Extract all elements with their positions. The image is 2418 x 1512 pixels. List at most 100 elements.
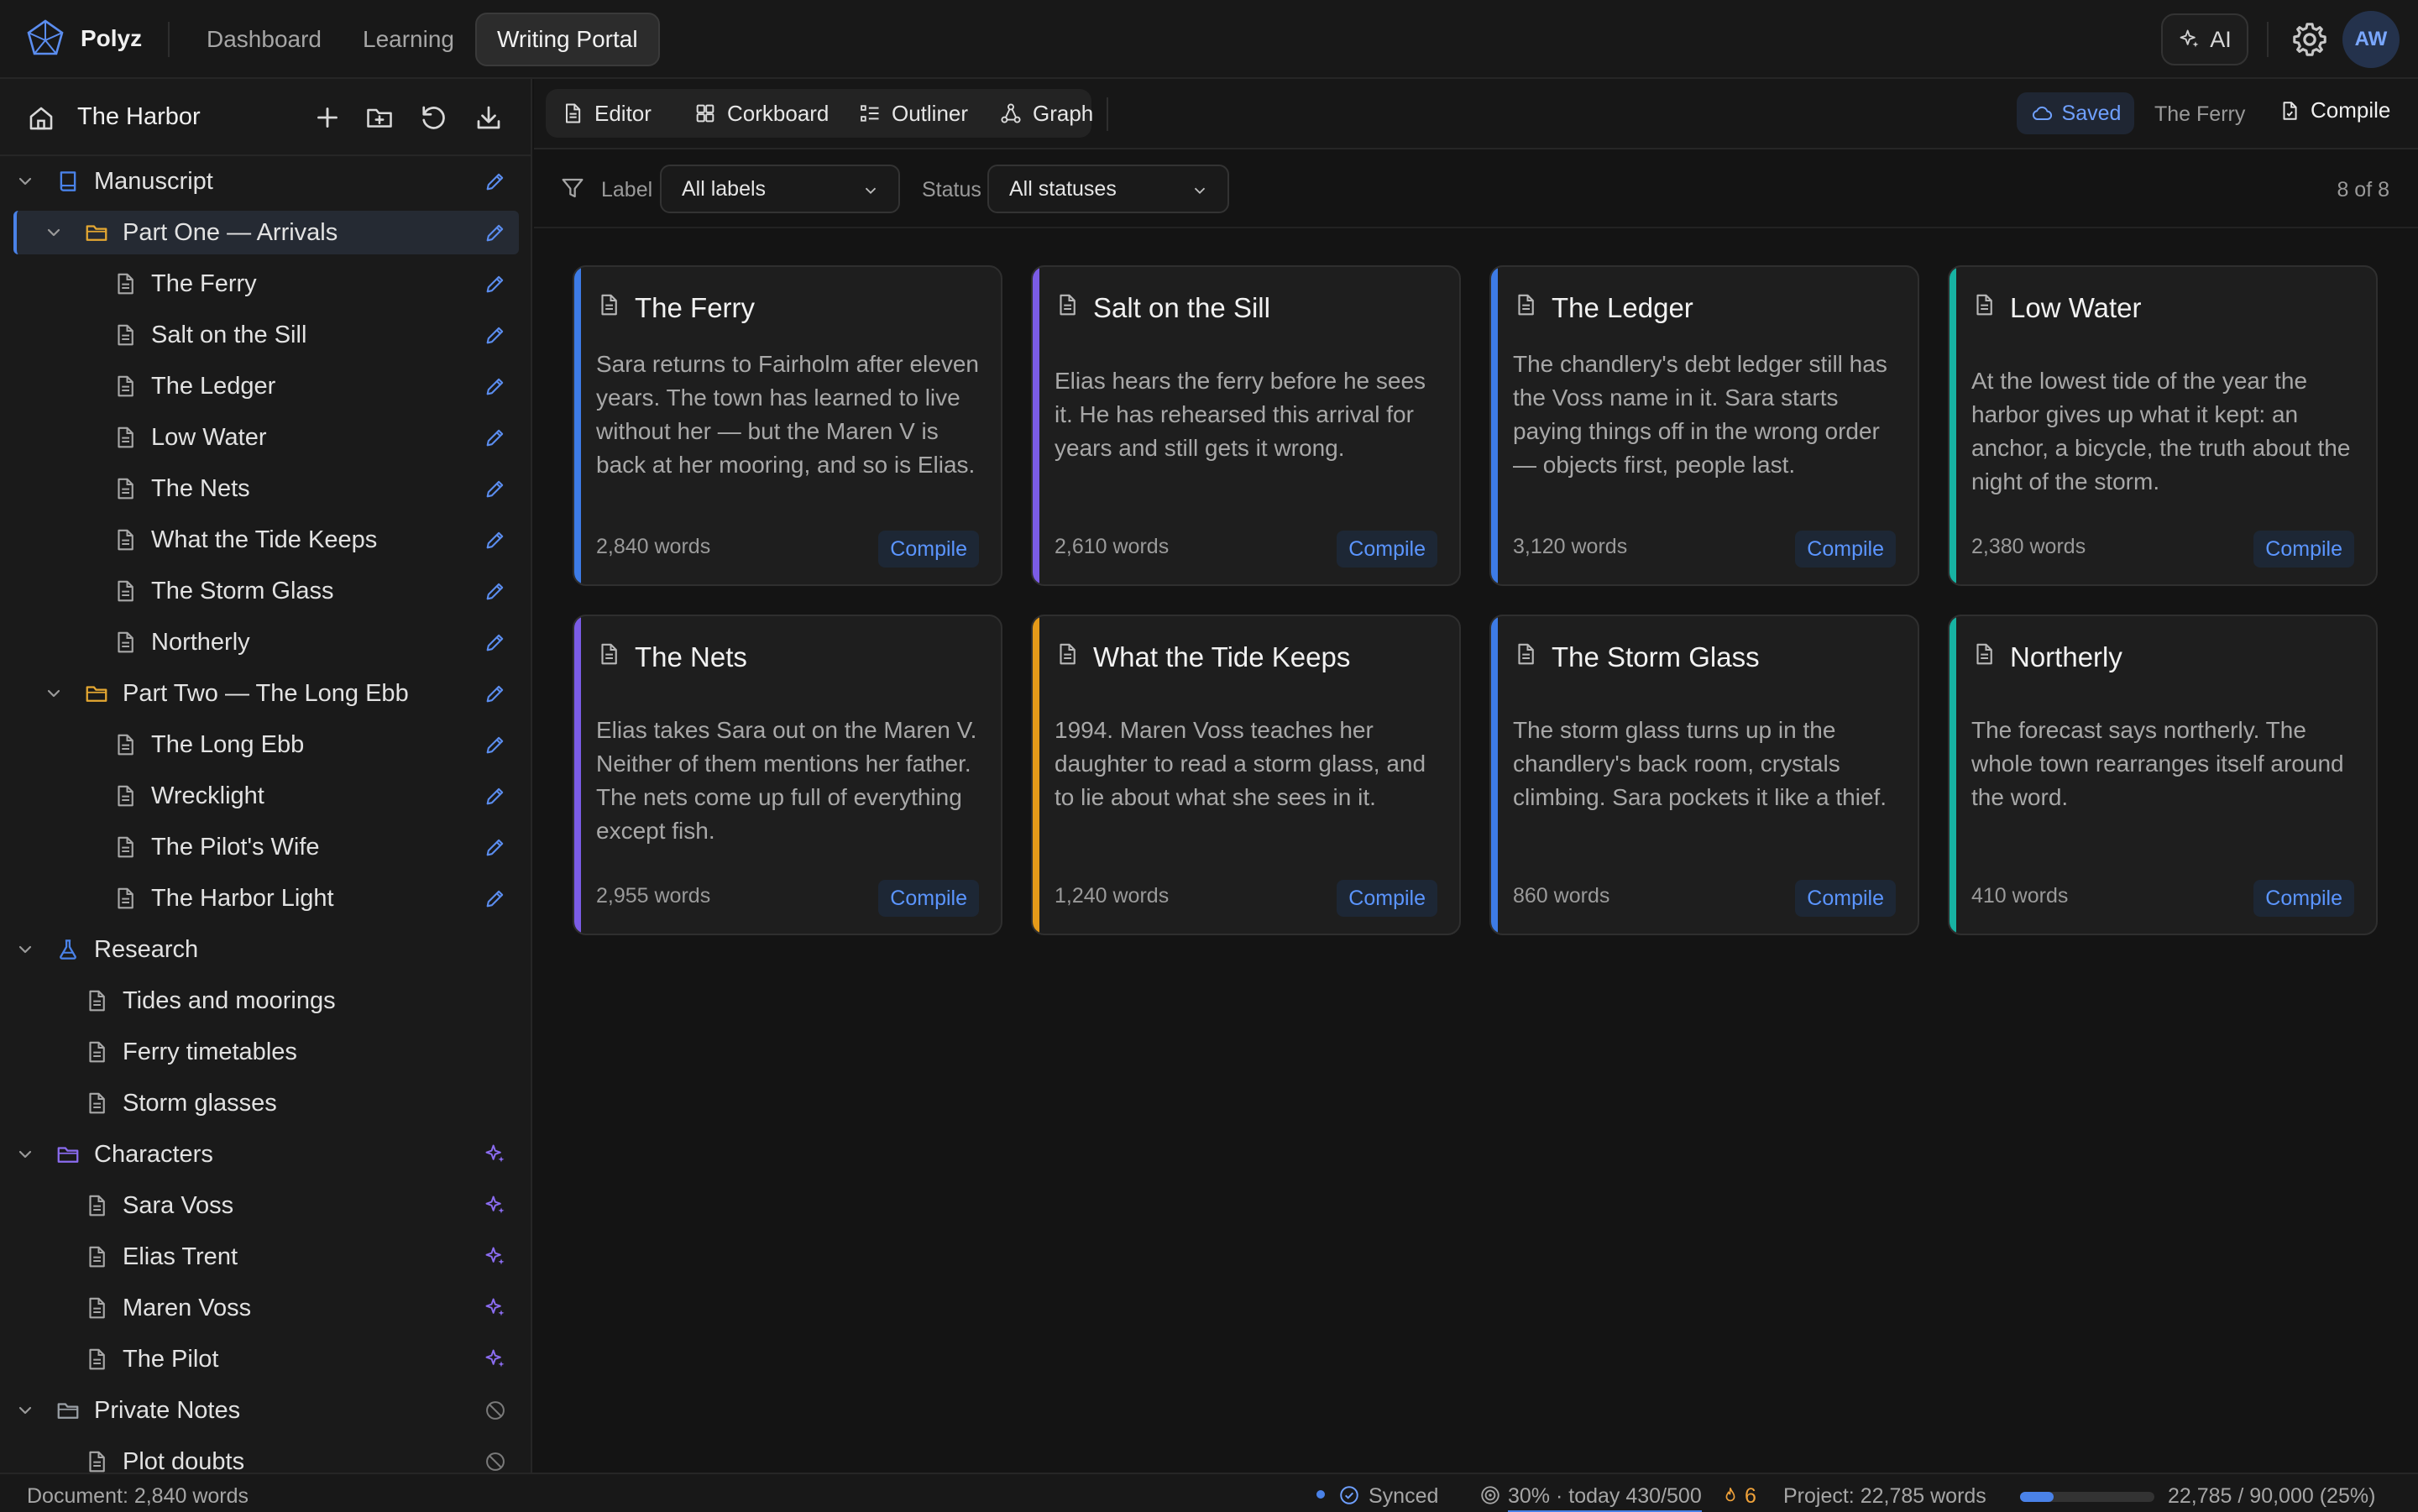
tree-item-the-ledger[interactable]: The Ledger: [0, 364, 531, 408]
card-compile-button[interactable]: Compile: [1795, 880, 1896, 917]
tree-item-what-the-tide-keeps[interactable]: What the Tide Keeps: [0, 518, 531, 562]
polyz-logo-icon[interactable]: [25, 18, 65, 59]
tree-item-elias-trent[interactable]: Elias Trent: [0, 1235, 531, 1279]
sparkle-icon[interactable]: [484, 1245, 507, 1269]
pencil-icon[interactable]: [484, 835, 507, 859]
nav-tab-writing-portal[interactable]: Writing Portal: [475, 13, 660, 66]
document-icon: [84, 1244, 109, 1269]
tree-item-characters[interactable]: Characters: [0, 1133, 531, 1176]
download-icon[interactable]: [474, 102, 504, 133]
chevron-down-icon[interactable]: [15, 1400, 35, 1420]
sparkle-icon[interactable]: [484, 1143, 507, 1166]
tree-item-label: The Pilot: [123, 1346, 219, 1373]
chevron-down-icon[interactable]: [15, 171, 35, 191]
status-filter-select[interactable]: All statuses: [987, 165, 1229, 213]
tree-item-maren-voss[interactable]: Maren Voss: [0, 1286, 531, 1330]
view-outliner-button[interactable]: Outliner: [858, 89, 968, 138]
tree-item-sara-voss[interactable]: Sara Voss: [0, 1184, 531, 1227]
gear-icon[interactable]: [2290, 20, 2329, 59]
tree-item-the-long-ebb[interactable]: The Long Ebb: [0, 723, 531, 766]
document-icon: [2283, 101, 2297, 120]
tree-item-the-pilot-s-wife[interactable]: The Pilot's Wife: [0, 825, 531, 869]
daily-goal[interactable]: 30% · today 430/500: [1508, 1484, 1702, 1512]
pencil-icon[interactable]: [484, 579, 507, 603]
tree-item-part-two-the-long-ebb[interactable]: Part Two — The Long Ebb: [0, 672, 531, 715]
new-folder-icon[interactable]: [364, 102, 395, 133]
tree-item-part-one-arrivals[interactable]: Part One — Arrivals: [13, 211, 519, 254]
scene-card-the-ledger[interactable]: The Ledger The chandlery's debt ledger s…: [1489, 265, 1919, 586]
chevron-down-icon[interactable]: [44, 222, 64, 243]
breadcrumb[interactable]: The Ferry: [2154, 102, 2245, 127]
view-graph-button[interactable]: Graph: [999, 89, 1093, 138]
nav-tab-learning[interactable]: Learning: [343, 13, 474, 66]
pencil-icon[interactable]: [484, 272, 507, 296]
tree-item-the-storm-glass[interactable]: The Storm Glass: [0, 569, 531, 613]
card-compile-button[interactable]: Compile: [878, 531, 979, 568]
compile-button[interactable]: Compile: [2279, 97, 2390, 123]
pencil-icon[interactable]: [484, 477, 507, 500]
pencil-icon[interactable]: [484, 887, 507, 910]
block-icon[interactable]: [484, 1399, 507, 1422]
tree-item-research[interactable]: Research: [0, 928, 531, 971]
pencil-icon[interactable]: [484, 733, 507, 756]
ai-button[interactable]: AI: [2161, 13, 2248, 65]
tree-item-the-ferry[interactable]: The Ferry: [0, 262, 531, 306]
tree-item-northerly[interactable]: Northerly: [0, 620, 531, 664]
card-compile-button[interactable]: Compile: [878, 880, 979, 917]
tree-item-salt-on-the-sill[interactable]: Salt on the Sill: [0, 313, 531, 357]
scene-card-low-water[interactable]: Low Water At the lowest tide of the year…: [1948, 265, 2378, 586]
tree-item-low-water[interactable]: Low Water: [0, 416, 531, 459]
scene-card-the-nets[interactable]: The Nets Elias takes Sara out on the Mar…: [573, 615, 1002, 935]
card-compile-button[interactable]: Compile: [2253, 531, 2354, 568]
pencil-icon[interactable]: [484, 374, 507, 398]
chevron-down-icon[interactable]: [15, 1144, 35, 1164]
document-icon: [84, 1091, 109, 1116]
scene-card-the-ferry[interactable]: The Ferry Sara returns to Fairholm after…: [573, 265, 1002, 586]
brand-name[interactable]: Polyz: [81, 25, 142, 52]
tree-item-the-pilot[interactable]: The Pilot: [0, 1337, 531, 1381]
pencil-icon[interactable]: [484, 170, 507, 193]
scene-card-what-the-tide-keeps[interactable]: What the Tide Keeps 1994. Maren Voss tea…: [1031, 615, 1461, 935]
tree-item-manuscript[interactable]: Manuscript: [0, 160, 531, 203]
pencil-icon[interactable]: [484, 682, 507, 705]
refresh-icon[interactable]: [418, 102, 448, 133]
label-filter-select[interactable]: All labels: [660, 165, 900, 213]
scene-card-the-storm-glass[interactable]: The Storm Glass The storm glass turns up…: [1489, 615, 1919, 935]
tree-item-the-nets[interactable]: The Nets: [0, 467, 531, 510]
pencil-icon[interactable]: [484, 528, 507, 552]
avatar[interactable]: AW: [2342, 11, 2400, 68]
view-corkboard-button[interactable]: Corkboard: [693, 89, 829, 138]
chevron-down-icon[interactable]: [44, 683, 64, 704]
tree-item-the-harbor-light[interactable]: The Harbor Light: [0, 876, 531, 920]
view-editor-button[interactable]: Editor: [561, 89, 652, 138]
pencil-icon[interactable]: [484, 426, 507, 449]
scene-card-northerly[interactable]: Northerly The forecast says northerly. T…: [1948, 615, 2378, 935]
pencil-icon[interactable]: [484, 630, 507, 654]
sync-dot: [1316, 1490, 1325, 1499]
tree-item-tides-and-moorings[interactable]: Tides and moorings: [0, 979, 531, 1023]
document-icon: [113, 630, 138, 655]
document-icon: [113, 527, 138, 552]
card-compile-button[interactable]: Compile: [1337, 880, 1437, 917]
tree-item-ferry-timetables[interactable]: Ferry timetables: [0, 1030, 531, 1074]
plus-icon[interactable]: [312, 102, 343, 133]
tree-item-private-notes[interactable]: Private Notes: [0, 1389, 531, 1432]
sidebar: The Harbor Manuscript Part One — Arrivals…: [0, 79, 532, 1512]
card-compile-button[interactable]: Compile: [2253, 880, 2354, 917]
chevron-down-icon[interactable]: [15, 939, 35, 960]
scene-card-salt-on-the-sill[interactable]: Salt on the Sill Elias hears the ferry b…: [1031, 265, 1461, 586]
sparkle-icon[interactable]: [484, 1347, 507, 1371]
sparkle-icon[interactable]: [484, 1296, 507, 1320]
card-compile-button[interactable]: Compile: [1795, 531, 1896, 568]
pencil-icon[interactable]: [484, 784, 507, 808]
block-icon[interactable]: [484, 1450, 507, 1473]
card-compile-button[interactable]: Compile: [1337, 531, 1437, 568]
home-icon[interactable]: [27, 104, 55, 133]
sparkle-icon[interactable]: [484, 1194, 507, 1217]
pencil-icon[interactable]: [484, 221, 507, 244]
flame-icon: [1725, 1487, 1735, 1502]
nav-tab-dashboard[interactable]: Dashboard: [186, 13, 342, 66]
tree-item-storm-glasses[interactable]: Storm glasses: [0, 1081, 531, 1125]
tree-item-wrecklight[interactable]: Wrecklight: [0, 774, 531, 818]
pencil-icon[interactable]: [484, 323, 507, 347]
